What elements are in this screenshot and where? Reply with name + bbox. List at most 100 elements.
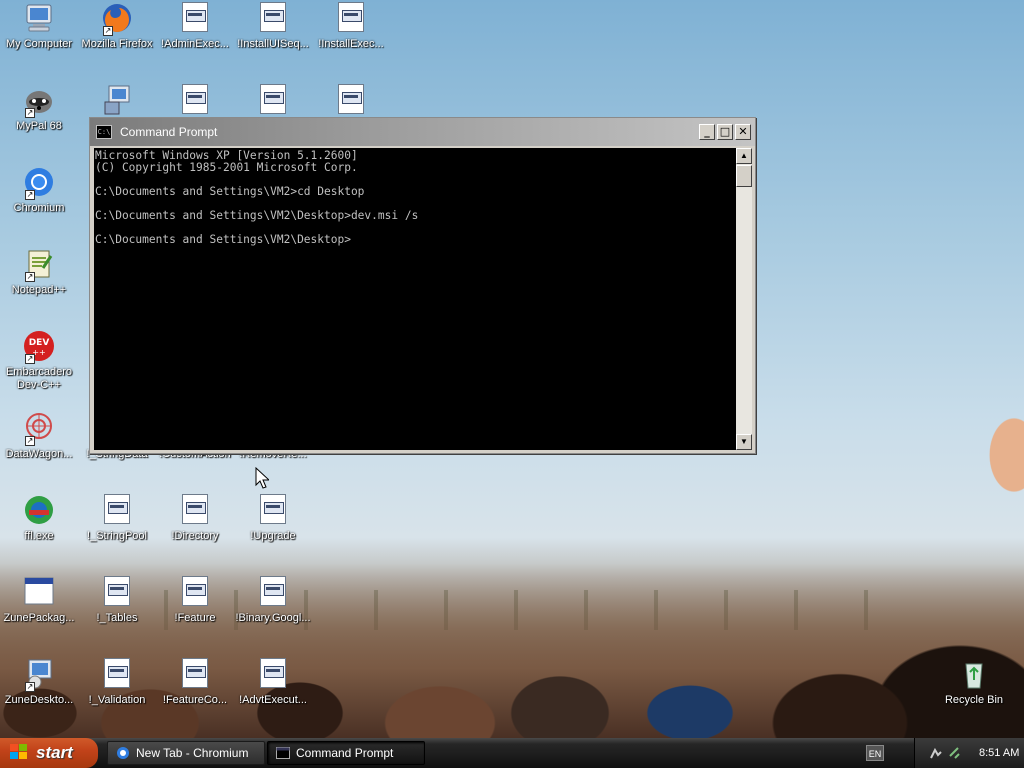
chromium-icon: ↗	[23, 166, 55, 200]
document-icon	[104, 494, 130, 524]
taskbar-item-command-prompt[interactable]: Command Prompt	[267, 741, 425, 765]
command-prompt-window[interactable]: C:\ Command Prompt _ □ ✕ Microsoft Windo…	[89, 117, 756, 454]
desktop-icon-label: !Feature	[174, 612, 216, 624]
console-text: Microsoft Windows XP [Version 5.1.2600] …	[95, 149, 419, 246]
desktop-icon-installer[interactable]	[78, 84, 156, 120]
shortcut-arrow-icon: ↗	[25, 682, 35, 692]
desktop-icon-devcpp[interactable]: DEV ++ ↗ Embarcadero Dev-C++	[0, 330, 78, 392]
shortcut-arrow-icon: ↗	[25, 108, 35, 118]
desktop-icon-tables[interactable]: !_Tables	[78, 576, 156, 625]
document-icon	[104, 576, 130, 606]
clock[interactable]: 8:51 AM	[979, 747, 1019, 759]
datawagon-icon: ↗	[23, 412, 55, 446]
desktop-icon-ffl[interactable]: ffl.exe	[0, 494, 78, 543]
scroll-down-button[interactable]: ▼	[736, 434, 752, 450]
desktop-icon-upgrade[interactable]: !Upgrade	[234, 494, 312, 543]
minimize-button[interactable]: _	[699, 124, 715, 140]
desktop-icon-installexec[interactable]: !InstallExec...	[312, 2, 390, 51]
console-icon: C:\	[96, 125, 112, 139]
window-title: Command Prompt	[120, 125, 218, 139]
desktop-icon-doc-c[interactable]	[312, 84, 390, 120]
desktop-icon-label: MyPal 68	[16, 120, 62, 132]
svg-text:DEV: DEV	[29, 338, 50, 348]
desktop-icon-adminexec[interactable]: !AdminExec...	[156, 2, 234, 51]
desktop-icon-label: !InstallUISeq...	[237, 38, 309, 50]
document-icon	[338, 2, 364, 32]
desktop-icon-label: DataWagon...	[5, 448, 73, 460]
desktop-icon-datawagon[interactable]: ↗ DataWagon...	[0, 412, 78, 461]
desktop-icon-mypal[interactable]: ↗ MyPal 68	[0, 84, 78, 133]
desktop-icon-label: !FeatureCo...	[162, 694, 228, 706]
mouse-cursor-icon	[255, 467, 269, 489]
desktop-icon-recycle-bin[interactable]: Recycle Bin	[935, 658, 1013, 707]
window-app-icon	[23, 576, 55, 608]
desktop-icon-label: !Upgrade	[250, 530, 296, 542]
wallpaper-hand	[954, 375, 1024, 525]
console-output[interactable]: Microsoft Windows XP [Version 5.1.2600] …	[94, 148, 736, 450]
maximize-button[interactable]: □	[717, 124, 733, 140]
windows-flag-icon	[10, 744, 30, 762]
desktop-icon-doc-a[interactable]	[156, 84, 234, 120]
desktop-icon-label: !_StringPool	[87, 530, 147, 542]
desktop-icon-binary-google[interactable]: !Binary.Googl...	[234, 576, 312, 625]
shortcut-arrow-icon: ↗	[25, 436, 35, 446]
desktop-icon-label: !_Tables	[96, 612, 138, 624]
document-icon	[182, 576, 208, 606]
desktop-icon-label: Mozilla Firefox	[81, 38, 153, 50]
document-icon	[260, 84, 286, 114]
taskbar-item-chromium[interactable]: New Tab - Chromium	[107, 741, 265, 765]
devcpp-icon: DEV ++ ↗	[23, 330, 55, 364]
network-icon[interactable]	[929, 746, 943, 760]
document-icon	[182, 84, 208, 114]
desktop-icon-doc-b[interactable]	[234, 84, 312, 120]
scroll-thumb[interactable]	[736, 165, 752, 187]
document-icon	[182, 2, 208, 32]
taskbar-item-label: Command Prompt	[296, 746, 394, 760]
document-icon	[260, 494, 286, 524]
desktop-icon-label: !InstallExec...	[318, 38, 384, 50]
desktop-icon-label: ZunePackag...	[3, 612, 75, 624]
recycle-bin-icon	[958, 658, 990, 690]
shortcut-arrow-icon: ↗	[103, 26, 113, 36]
desktop-icon-label: !Binary.Googl...	[235, 612, 311, 624]
desktop-icon-validation[interactable]: !_Validation	[78, 658, 156, 707]
language-indicator[interactable]: EN	[866, 745, 884, 761]
chromium-icon	[117, 747, 129, 759]
document-icon	[260, 576, 286, 606]
desktop-icon-feature[interactable]: !Feature	[156, 576, 234, 625]
document-icon	[182, 658, 208, 688]
safely-remove-hardware-icon[interactable]	[947, 746, 961, 760]
start-button[interactable]: start	[0, 738, 98, 768]
zune-desktop-icon: ↗	[23, 658, 55, 692]
desktop-icon-my-computer[interactable]: My Computer	[0, 2, 78, 51]
desktop-icon-directory[interactable]: !Directory	[156, 494, 234, 543]
ffl-icon	[23, 494, 55, 526]
desktop-icon-label: !AdminExec...	[161, 38, 229, 50]
shortcut-arrow-icon: ↗	[25, 354, 35, 364]
desktop-icon-label: ffl.exe	[24, 530, 54, 542]
taskbar: start New Tab - Chromium Command Prompt …	[0, 738, 1024, 768]
shortcut-arrow-icon: ↗	[25, 190, 35, 200]
taskbar-item-label: New Tab - Chromium	[136, 746, 249, 760]
scroll-up-button[interactable]: ▲	[736, 148, 752, 164]
desktop-icon-firefox[interactable]: ↗ Mozilla Firefox	[78, 2, 156, 51]
shortcut-arrow-icon: ↗	[25, 272, 35, 282]
close-button[interactable]: ✕	[735, 124, 751, 140]
document-icon	[260, 658, 286, 688]
window-controls: _ □ ✕	[699, 124, 751, 140]
desktop-icon-label: Notepad++	[11, 284, 67, 296]
installer-icon	[101, 84, 133, 116]
desktop-icon-notepadpp[interactable]: ↗ Notepad++	[0, 248, 78, 297]
firefox-icon: ↗	[101, 2, 133, 36]
desktop-icon-stringpool[interactable]: !_StringPool	[78, 494, 156, 543]
desktop-icon-advtexecut[interactable]: !AdvtExecut...	[234, 658, 312, 707]
vertical-scrollbar[interactable]: ▲ ▼	[736, 148, 752, 450]
desktop-icon-label: ZuneDeskto...	[4, 694, 74, 706]
desktop-icon-label: Recycle Bin	[944, 694, 1004, 706]
desktop-icon-featureco[interactable]: !FeatureCo...	[156, 658, 234, 707]
desktop-icon-zunedeskto[interactable]: ↗ ZuneDeskto...	[0, 658, 78, 707]
desktop-icon-installuiseq[interactable]: !InstallUISeq...	[234, 2, 312, 51]
desktop-icon-chromium[interactable]: ↗ Chromium	[0, 166, 78, 215]
window-titlebar[interactable]: C:\ Command Prompt _ □ ✕	[90, 118, 755, 146]
desktop-icon-zunepackag[interactable]: ZunePackag...	[0, 576, 78, 625]
